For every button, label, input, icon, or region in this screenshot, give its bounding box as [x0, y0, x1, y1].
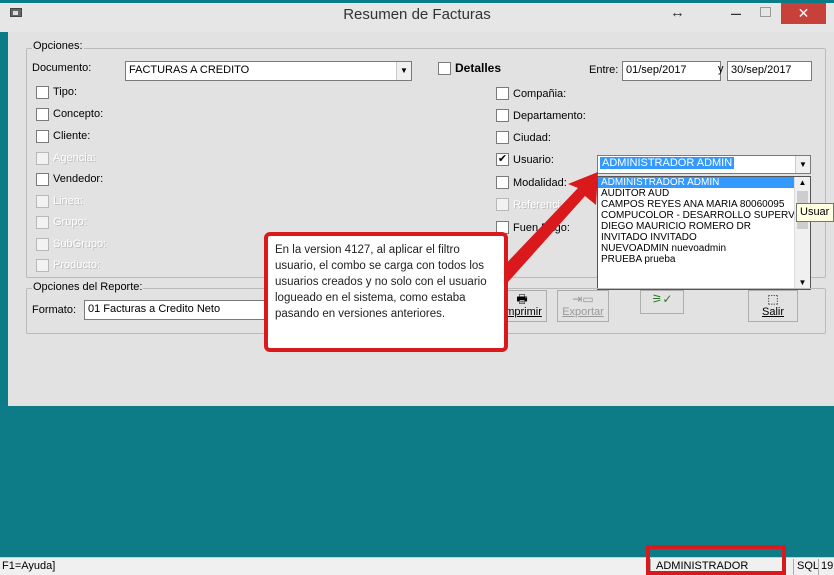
linea-checkbox [36, 195, 49, 208]
chevron-down-icon[interactable]: ▼ [396, 62, 411, 80]
status-help: F1=Ayuda] [2, 560, 56, 572]
documento-label: Documento: [32, 62, 92, 74]
ciudad-checkbox[interactable] [496, 131, 509, 144]
entre-label: Entre: [589, 64, 619, 76]
filter-icon: ⚞✓ [651, 292, 673, 306]
export-icon: ⇥▭ [572, 292, 594, 306]
departamento-label: Departamento: [513, 110, 586, 122]
formato-select[interactable]: 01 Facturas a Credito Neto [84, 300, 269, 320]
subgrupo-label: SubGrupo: [53, 238, 107, 250]
opciones-legend: Opciones: [32, 40, 84, 52]
linea-label: Linea: [53, 195, 83, 207]
compania-label: Compañia: [513, 88, 567, 100]
cliente-label: Cliente: [53, 130, 91, 142]
usuario-value: ADMINISTRADOR ADMIN [600, 157, 735, 169]
referencia-checkbox [496, 198, 509, 211]
status-separator [818, 559, 819, 575]
fuente-pago-label: Fuen Pago: [513, 222, 570, 234]
filter-button[interactable]: ⚞✓ [640, 290, 684, 314]
formato-label: Formato: [32, 304, 77, 316]
y-label: y [718, 63, 724, 75]
agencia-label: Agencia: [53, 152, 96, 164]
list-item[interactable]: CAMPOS REYES ANA MARIA 80060095 [598, 199, 810, 210]
producto-label: Producto: [53, 259, 101, 271]
grupo-label: Grupo: [53, 216, 87, 228]
documento-value: FACTURAS A CREDITO [129, 64, 250, 76]
callout-text: En la version 4127, al aplicar el filtro… [275, 244, 487, 320]
usuario-checkbox[interactable]: ✔ [496, 153, 509, 166]
exportar-label: Exportar [562, 306, 604, 318]
resize-icon[interactable]: ↔ [670, 4, 685, 21]
tipo-label: Tipo: [53, 86, 78, 98]
list-item[interactable]: ADMINISTRADOR ADMIN [598, 177, 810, 188]
modalidad-label: Modalidad: [513, 177, 567, 189]
tooltip: Usuar [796, 203, 834, 222]
minimize-button[interactable]: – [731, 3, 741, 24]
tipo-checkbox[interactable] [36, 86, 49, 99]
concepto-checkbox[interactable] [36, 108, 49, 121]
status-db: SQL [797, 560, 820, 572]
ciudad-label: Ciudad: [513, 132, 551, 144]
desktop-background [0, 406, 834, 557]
maximize-button[interactable] [760, 7, 771, 17]
fecha-hasta-input[interactable]: 30/sep/2017 [727, 61, 812, 81]
chevron-down-icon[interactable]: ▼ [795, 156, 810, 173]
agencia-checkbox [36, 152, 49, 165]
usuario-select[interactable]: ADMINISTRADOR ADMIN [597, 155, 811, 174]
status-user-highlight [646, 545, 786, 575]
list-item[interactable]: INVITADO INVITADO [598, 232, 810, 243]
vendedor-checkbox[interactable] [36, 173, 49, 186]
departamento-checkbox[interactable] [496, 109, 509, 122]
annotation-callout: En la version 4127, al aplicar el filtro… [264, 232, 508, 352]
subgrupo-checkbox [36, 238, 49, 251]
list-item[interactable]: PRUEBA prueba [598, 254, 810, 265]
dropdown-scrollbar[interactable]: ▲ ▼ [794, 177, 810, 289]
referencia-label: Referenci [513, 199, 561, 211]
window-title: Resumen de Facturas [343, 6, 491, 23]
detalles-checkbox[interactable] [438, 62, 451, 75]
exit-icon: ⬚ [767, 292, 779, 306]
modalidad-checkbox[interactable] [496, 176, 509, 189]
list-item[interactable]: NUEVOADMIN nuevoadmin [598, 243, 810, 254]
fecha-hasta-value: 30/sep/2017 [731, 64, 792, 76]
usuario-label: Usuario: [513, 154, 554, 166]
grupo-checkbox [36, 216, 49, 229]
fecha-desde-input[interactable]: 01/sep/2017 [622, 61, 721, 81]
imprimir-label: Imprimir [502, 306, 542, 318]
documento-select[interactable]: FACTURAS A CREDITO [125, 61, 412, 81]
detalles-label: Detalles [455, 61, 502, 75]
close-button[interactable]: ✕ [781, 3, 826, 24]
vendedor-label: Vendedor: [53, 173, 104, 185]
list-item[interactable]: COMPUCOLOR - DESARROLLO SUPERVISOR [598, 210, 810, 221]
status-separator [793, 559, 794, 575]
cliente-checkbox[interactable] [36, 130, 49, 143]
salir-button[interactable]: ⬚ Salir [748, 290, 798, 322]
status-extra: 192 [821, 560, 834, 572]
chevron-up-icon[interactable]: ▲ [795, 177, 810, 189]
exportar-button: ⇥▭ Exportar [557, 290, 609, 322]
concepto-label: Concepto: [53, 108, 104, 120]
producto-checkbox [36, 259, 49, 272]
formato-value: 01 Facturas a Credito Neto [88, 303, 221, 315]
reporte-legend: Opciones del Reporte: [32, 281, 144, 293]
usuario-dropdown-list[interactable]: ADMINISTRADOR ADMIN AUDITOR AUD CAMPOS R… [597, 176, 811, 290]
salir-label: Salir [761, 306, 784, 318]
list-item[interactable]: DIEGO MAURICIO ROMERO DR [598, 221, 810, 232]
compania-checkbox[interactable] [496, 87, 509, 100]
list-item[interactable]: AUDITOR AUD [598, 188, 810, 199]
fecha-desde-value: 01/sep/2017 [626, 64, 687, 76]
